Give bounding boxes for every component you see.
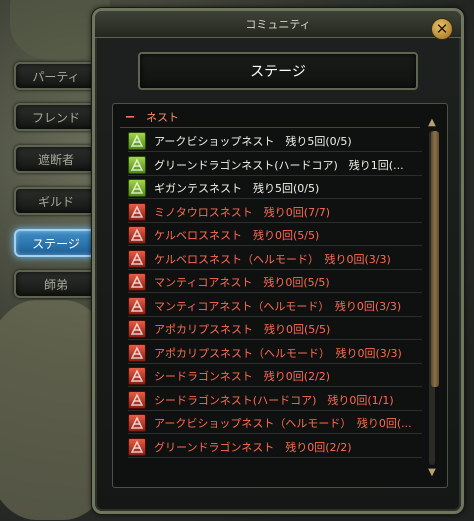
list-item[interactable]: ミノタウロスネスト 残り0回(7/7) [128,202,422,223]
nest-completed-icon [128,414,146,432]
list-item[interactable]: シードラゴンネスト 残り0回(2/2) [128,366,422,387]
window-title: コミュニティ [245,18,311,31]
nest-completed-icon [128,320,146,338]
nest-entry-text: ギガンテスネスト 残り5回(0/5) [154,182,320,195]
scroll-thumb[interactable] [431,131,439,387]
close-icon: ✕ [435,20,449,38]
side-tab-blocked[interactable]: 遮断者 [14,145,98,173]
nest-available-icon [128,132,146,150]
side-tab-party[interactable]: パーティ [14,62,98,90]
nest-completed-icon [128,226,146,244]
nest-completed-icon [128,297,146,315]
scroll-down-arrow-icon[interactable]: ▼ [426,467,438,479]
side-tab-stage[interactable]: ステージ [14,229,98,257]
list-item[interactable]: シードラゴンネスト(ハードコア) 残り0回(1/1) [128,390,422,411]
nest-entry-text: アークビショップネスト（ヘルモード） 残り0回(... [154,417,412,430]
side-tab-guild[interactable]: ギルド [14,187,98,215]
nest-completed-icon [128,273,146,291]
nest-entry-text: マンティコアネスト（ヘルモード） 残り0回(3/3) [154,300,402,313]
nest-completed-icon [128,250,146,268]
nest-entry-text: アポカリプスネスト（ヘルモード） 残り0回(3/3) [154,347,402,360]
nest-entry-text: シードラゴンネスト 残り0回(2/2) [154,370,331,383]
scroll-up-arrow-icon[interactable]: ▲ [426,117,438,129]
page-title: ステージ [250,64,306,80]
list-item[interactable]: アポカリプスネスト 残り0回(5/5) [128,319,422,340]
nest-available-icon [128,179,146,197]
nest-entry-text: ケルベロスネスト（ヘルモード） 残り0回(3/3) [154,253,391,266]
category-label: ネスト [146,111,179,124]
list-scrollbar[interactable]: ▲ ▼ [426,117,439,479]
list-item[interactable]: アークビショップネスト 残り5回(0/5) [128,131,422,152]
list-item[interactable]: アークビショップネスト（ヘルモード） 残り0回(... [128,413,422,434]
nest-entry-text: グリーンドラゴンネスト(ハードコア) 残り1回(... [154,159,404,172]
list-item[interactable]: グリーンドラゴンネスト 残り0回(2/2) [128,437,422,458]
nest-completed-icon [128,391,146,409]
collapse-icon[interactable]: − [120,110,140,125]
side-tab-friend[interactable]: フレンド [14,103,98,131]
list-item[interactable]: マンティコアネスト（ヘルモード） 残り0回(3/3) [128,296,422,317]
page-title-box: ステージ [138,52,418,90]
nest-entry-text: ケルベロスネスト 残り0回(5/5) [154,229,320,242]
list-item[interactable]: アポカリプスネスト（ヘルモード） 残り0回(3/3) [128,343,422,364]
nest-entry-text: アポカリプスネスト 残り0回(5/5) [154,323,331,336]
close-button[interactable]: ✕ [431,18,453,40]
nest-completed-icon [128,344,146,362]
list-item[interactable]: ギガンテスネスト 残り5回(0/5) [128,178,422,199]
list-item[interactable]: グリーンドラゴンネスト(ハードコア) 残り1回(... [128,155,422,176]
nest-available-icon [128,156,146,174]
scroll-track[interactable] [429,131,439,465]
nest-entry-text: ミノタウロスネスト 残り0回(7/7) [154,206,331,219]
list-item[interactable]: マンティコアネスト 残り0回(5/5) [128,272,422,293]
category-row-nest[interactable]: − ネスト [120,107,420,128]
nest-entry-text: シードラゴンネスト(ハードコア) 残り0回(1/1) [154,394,394,407]
nest-completed-icon [128,203,146,221]
nest-entry-text: アークビショップネスト 残り5回(0/5) [154,135,352,148]
side-tab-master-pupil[interactable]: 師弟 [14,270,98,298]
nest-completed-icon [128,367,146,385]
nest-entry-text: マンティコアネスト 残り0回(5/5) [154,276,330,289]
nest-entry-text: グリーンドラゴンネスト 残り0回(2/2) [154,441,352,454]
window-titlebar[interactable]: コミュニティ [95,11,461,38]
nest-completed-icon [128,438,146,456]
list-item[interactable]: ケルベロスネスト 残り0回(5/5) [128,225,422,246]
list-item[interactable]: ケルベロスネスト（ヘルモード） 残り0回(3/3) [128,249,422,270]
